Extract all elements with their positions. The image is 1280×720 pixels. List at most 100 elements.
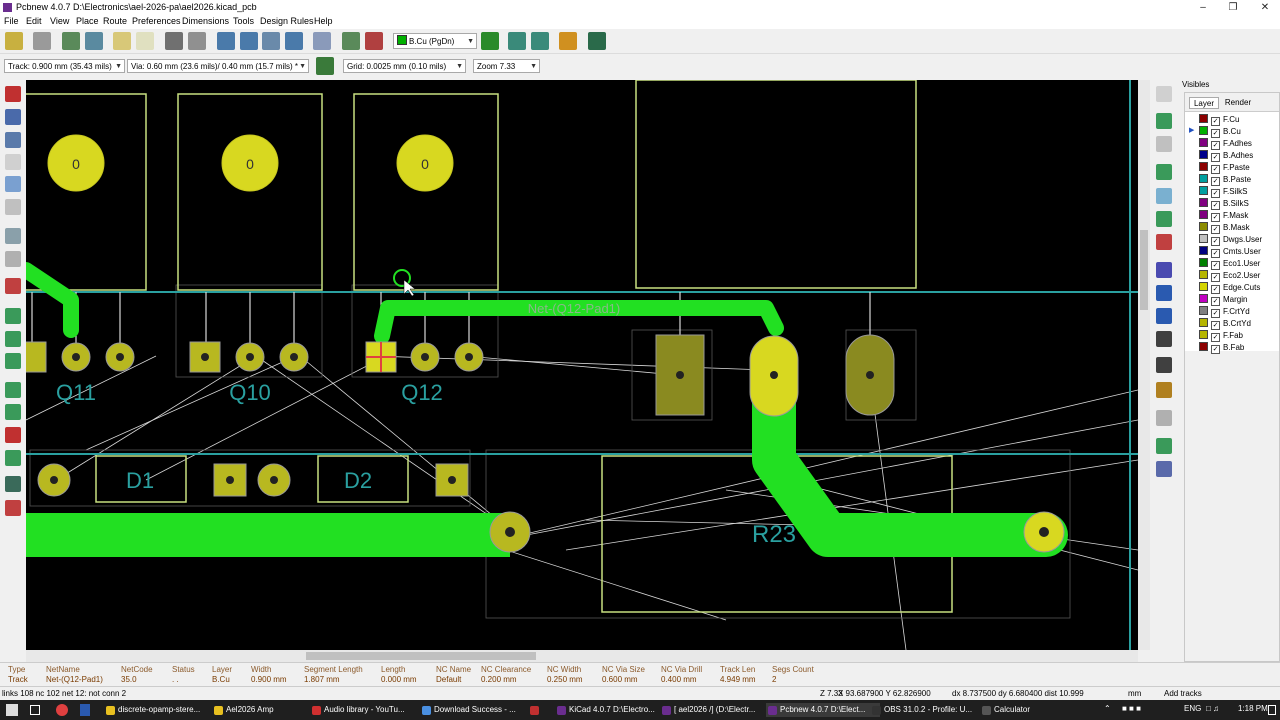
- layer-color-swatch[interactable]: [1199, 294, 1208, 303]
- taskbar-app[interactable]: KiCad 4.0.7 D:\Electro...: [555, 703, 671, 717]
- zoom-out-icon[interactable]: [240, 32, 258, 50]
- track-mode-icon[interactable]: [531, 32, 549, 50]
- redo-icon[interactable]: [136, 32, 154, 50]
- layer-row-f-mask[interactable]: ✓ F.Mask: [1199, 210, 1248, 222]
- task-view-icon[interactable]: [30, 705, 40, 715]
- taskbar-app[interactable]: discrete-opamp-stere...: [104, 703, 218, 717]
- minimize-button[interactable]: –: [1188, 0, 1218, 15]
- netlist-icon[interactable]: [342, 32, 360, 50]
- text-tool-icon[interactable]: [1156, 331, 1172, 347]
- layer-visibility-checkbox[interactable]: ✓: [1211, 237, 1220, 246]
- language-indicator[interactable]: ENG: [1184, 704, 1201, 713]
- zoom-select[interactable]: Zoom 7.33 ▼: [473, 59, 540, 73]
- layer-row-b-paste[interactable]: ✓ B.Paste: [1199, 174, 1251, 186]
- module-ratsnest-icon[interactable]: [5, 251, 21, 267]
- start-icon[interactable]: [6, 704, 18, 716]
- tray-chevron-icon[interactable]: ⌃: [1104, 704, 1111, 713]
- layer-color-swatch[interactable]: [1199, 330, 1208, 339]
- horizontal-scrollbar[interactable]: [26, 650, 1138, 662]
- highlight-net-icon[interactable]: [1156, 113, 1172, 129]
- layer-visibility-checkbox[interactable]: ✓: [1211, 141, 1220, 150]
- layer-color-swatch[interactable]: [1199, 174, 1208, 183]
- vertical-scrollbar[interactable]: [1138, 80, 1150, 650]
- route-tracks-icon[interactable]: [1156, 188, 1172, 204]
- layer-row-b-mask[interactable]: ✓ B.Mask: [1199, 222, 1250, 234]
- select-tool-icon[interactable]: [1156, 86, 1172, 102]
- layer-visibility-checkbox[interactable]: ✓: [1211, 273, 1220, 282]
- layer-visibility-checkbox[interactable]: ✓: [1211, 225, 1220, 234]
- drc-icon[interactable]: [365, 32, 383, 50]
- footprint-mode-icon[interactable]: [508, 32, 526, 50]
- grid-toggle-icon[interactable]: [5, 109, 21, 125]
- layer-row-dwgs-user[interactable]: ✓ Dwgs.User: [1199, 234, 1262, 246]
- zone-outline-icon[interactable]: [5, 331, 21, 347]
- layer-visibility-checkbox[interactable]: ✓: [1211, 261, 1220, 270]
- notifications-icon[interactable]: [1268, 705, 1276, 715]
- layer-row-eco1-user[interactable]: ✓ Eco1.User: [1199, 258, 1260, 270]
- target-icon[interactable]: [1156, 382, 1172, 398]
- layer-color-swatch[interactable]: [1199, 282, 1208, 291]
- ratsnest-icon[interactable]: [5, 228, 21, 244]
- microwave-toolbar-icon[interactable]: [5, 450, 21, 466]
- layer-row-f-paste[interactable]: ✓ F.Paste: [1199, 162, 1250, 174]
- layer-color-swatch[interactable]: [1199, 222, 1208, 231]
- vertical-scroll-thumb[interactable]: [1140, 230, 1148, 310]
- taskbar-app[interactable]: Download Success - ...: [420, 703, 534, 717]
- undo-icon[interactable]: [113, 32, 131, 50]
- keepout-area-icon[interactable]: [1156, 234, 1172, 250]
- layer-row-cmts-user[interactable]: ✓ Cmts.User: [1199, 246, 1261, 258]
- layer-visibility-checkbox[interactable]: ✓: [1211, 297, 1220, 306]
- layer-pair-icon[interactable]: [481, 32, 499, 50]
- pads-sketch-icon[interactable]: [5, 353, 21, 369]
- layer-visibility-checkbox[interactable]: ✓: [1211, 345, 1220, 354]
- graphic-line-icon[interactable]: [1156, 262, 1172, 278]
- microwave-tools-icon[interactable]: [5, 500, 21, 516]
- via-sketch-icon[interactable]: [5, 382, 21, 398]
- set-origin-icon[interactable]: [1156, 438, 1172, 454]
- plot-icon[interactable]: [188, 32, 206, 50]
- layer-visibility-checkbox[interactable]: ✓: [1211, 153, 1220, 162]
- layer-visibility-checkbox[interactable]: ✓: [1211, 189, 1220, 198]
- layer-visibility-checkbox[interactable]: ✓: [1211, 129, 1220, 138]
- units-inch-icon[interactable]: [5, 154, 21, 170]
- layer-row-f-cu[interactable]: ✓ F.Cu: [1199, 114, 1239, 126]
- menu-design-rules[interactable]: Design Rules: [260, 16, 314, 26]
- layer-color-swatch[interactable]: [1199, 234, 1208, 243]
- dimension-icon[interactable]: [1156, 357, 1172, 373]
- taskbar-app[interactable]: Ael2026 Amp: [212, 703, 320, 717]
- circle-icon[interactable]: [1156, 285, 1172, 301]
- layer-row-eco2-user[interactable]: ✓ Eco2.User: [1199, 270, 1260, 282]
- cursor-shape-icon[interactable]: [5, 199, 21, 215]
- find-icon[interactable]: [313, 32, 331, 50]
- layer-row-edge-cuts[interactable]: ✓ Edge.Cuts: [1199, 282, 1260, 294]
- grid-select[interactable]: Grid: 0.0025 mm (0.10 mils) ▼: [343, 59, 466, 73]
- arc-icon[interactable]: [1156, 308, 1172, 324]
- print-icon[interactable]: [165, 32, 183, 50]
- layer-color-swatch[interactable]: [1199, 162, 1208, 171]
- auto-track-width-icon[interactable]: [316, 57, 334, 75]
- taskbar-app[interactable]: [ ael2026 /] (D:\Electr...: [660, 703, 774, 717]
- menu-help[interactable]: Help: [314, 16, 333, 26]
- taskbar-app[interactable]: OBS 31.0.2 - Profile: U...: [870, 703, 990, 717]
- layer-color-swatch[interactable]: [1199, 114, 1208, 123]
- module-viewer-icon[interactable]: [85, 32, 103, 50]
- taskbar-app[interactable]: Audio library - YouTu...: [310, 703, 428, 717]
- layer-select[interactable]: B.Cu (PgDn) ▼: [393, 33, 477, 49]
- menu-edit[interactable]: Edit: [26, 16, 42, 26]
- taskbar-app[interactable]: Calculator: [980, 703, 1054, 717]
- layer-color-swatch[interactable]: [1199, 342, 1208, 351]
- network-icon[interactable]: □ ♫: [1206, 704, 1219, 713]
- auto-delete-track-icon[interactable]: [5, 278, 21, 294]
- layer-visibility-checkbox[interactable]: ✓: [1211, 321, 1220, 330]
- menu-file[interactable]: File: [4, 16, 19, 26]
- grid-origin-icon[interactable]: [1156, 461, 1172, 477]
- track-width-select[interactable]: Track: 0.900 mm (35.43 mils) ▼: [4, 59, 125, 73]
- pcb-canvas[interactable]: 0 0 0 Net-(Q12-Pad1) Q11 Q10 Q12 D1 D2 R…: [26, 80, 1138, 650]
- layer-row-f-fab[interactable]: ✓ F.Fab: [1199, 330, 1243, 342]
- menu-route[interactable]: Route: [103, 16, 127, 26]
- close-button[interactable]: ✕: [1250, 0, 1280, 15]
- layer-color-swatch[interactable]: [1199, 318, 1208, 327]
- layer-visibility-checkbox[interactable]: ✓: [1211, 309, 1220, 318]
- layer-row-b-adhes[interactable]: ✓ B.Adhes: [1199, 150, 1253, 162]
- menu-place[interactable]: Place: [76, 16, 99, 26]
